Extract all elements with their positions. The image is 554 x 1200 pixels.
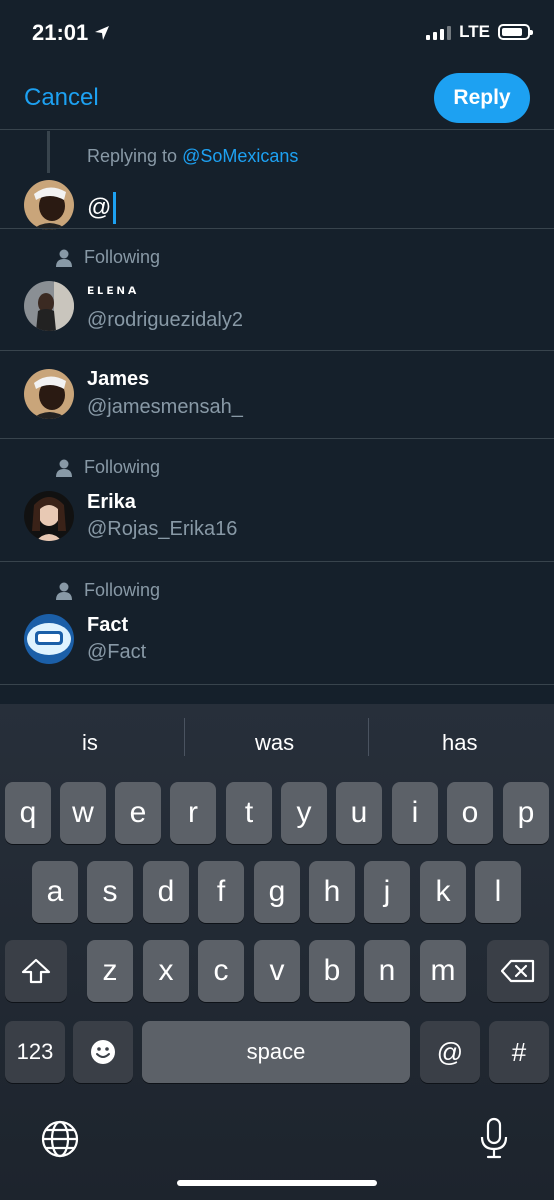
avatar [24, 180, 74, 230]
key-h[interactable]: h [309, 861, 355, 923]
space-key[interactable]: space [142, 1021, 410, 1083]
user-name: Fact [87, 614, 129, 636]
person-icon [56, 582, 72, 600]
key-e[interactable]: e [115, 782, 161, 844]
avatar [24, 491, 74, 541]
avatar [24, 369, 74, 419]
shift-key[interactable] [5, 940, 67, 1002]
key-w[interactable]: w [60, 782, 106, 844]
suggestion-item[interactable]: Following Fact @Fact [0, 562, 554, 685]
following-indicator: Following [56, 457, 160, 478]
text-cursor [113, 192, 117, 224]
replying-to: Replying to @SoMexicans [87, 146, 298, 167]
battery-icon [498, 24, 533, 40]
user-handle: @Fact [87, 641, 147, 663]
thread-line [47, 131, 50, 173]
following-label: Following [84, 457, 161, 477]
replying-handle-link[interactable]: @SoMexicans [182, 146, 298, 166]
prediction-item[interactable]: was [255, 730, 294, 756]
key-q[interactable]: q [5, 782, 51, 844]
key-f[interactable]: f [198, 861, 244, 923]
at-key[interactable]: @ [420, 1021, 480, 1083]
key-y[interactable]: y [281, 782, 327, 844]
key-s[interactable]: s [87, 861, 133, 923]
key-t[interactable]: t [226, 782, 272, 844]
key-p[interactable]: p [503, 782, 549, 844]
emoji-icon [91, 1040, 115, 1064]
numbers-key[interactable]: 123 [5, 1021, 65, 1083]
globe-icon[interactable] [40, 1119, 80, 1159]
following-indicator: Following [56, 247, 160, 268]
suggestion-item[interactable]: Following Erika @Rojas_Erika16 [0, 439, 554, 562]
compose-header: Cancel Reply [0, 66, 554, 130]
key-v[interactable]: v [254, 940, 300, 1002]
user-name: Erika [87, 491, 136, 513]
avatar [24, 281, 74, 331]
status-indicators: LTE [426, 22, 533, 42]
user-handle: @jamesmensah_ [87, 396, 243, 418]
signal-icon [426, 24, 452, 40]
hash-key[interactable]: # [489, 1021, 549, 1083]
key-j[interactable]: j [364, 861, 410, 923]
location-arrow-icon [94, 25, 110, 41]
reply-button[interactable]: Reply [434, 73, 530, 123]
key-g[interactable]: g [254, 861, 300, 923]
user-name: ᴇʟᴇɴᴀ [87, 281, 140, 297]
person-icon [56, 459, 72, 477]
time-label: 21:01 [32, 20, 89, 45]
suggestion-item[interactable]: James @jamesmensah_ [0, 351, 554, 439]
network-label: LTE [459, 22, 490, 41]
key-r[interactable]: r [170, 782, 216, 844]
key-o[interactable]: o [447, 782, 493, 844]
shift-icon [21, 958, 51, 984]
following-label: Following [84, 247, 161, 267]
key-d[interactable]: d [143, 861, 189, 923]
key-l[interactable]: l [475, 861, 521, 923]
microphone-icon[interactable] [478, 1117, 510, 1161]
cancel-button[interactable]: Cancel [24, 84, 99, 112]
suggestion-item[interactable]: Following ᴇʟᴇɴᴀ @rodriguezidaly2 [0, 229, 554, 351]
replying-prefix: Replying to [87, 146, 178, 166]
person-icon [56, 249, 72, 267]
user-handle: @Rojas_Erika16 [87, 518, 238, 540]
status-time: 21:01 [32, 20, 110, 46]
emoji-key[interactable] [73, 1021, 133, 1083]
status-bar: 21:01 LTE [0, 0, 554, 66]
key-x[interactable]: x [143, 940, 189, 1002]
prediction-bar: is was has [0, 704, 554, 780]
prediction-item[interactable]: has [442, 730, 477, 756]
user-name: James [87, 368, 150, 390]
prediction-item[interactable]: is [82, 730, 98, 756]
user-handle: @rodriguezidaly2 [87, 309, 243, 331]
delete-icon [501, 959, 535, 983]
delete-key[interactable] [487, 940, 549, 1002]
following-label: Following [84, 580, 161, 600]
key-z[interactable]: z [87, 940, 133, 1002]
key-i[interactable]: i [392, 782, 438, 844]
key-b[interactable]: b [309, 940, 355, 1002]
key-a[interactable]: a [32, 861, 78, 923]
avatar [24, 614, 74, 664]
keyboard: is was has q w e r t y u i o p a s d f g… [0, 704, 554, 1200]
key-k[interactable]: k [420, 861, 466, 923]
home-indicator[interactable] [177, 1180, 377, 1186]
key-n[interactable]: n [364, 940, 410, 1002]
key-m[interactable]: m [420, 940, 466, 1002]
compose-input[interactable]: @ [87, 192, 117, 224]
key-u[interactable]: u [336, 782, 382, 844]
key-c[interactable]: c [198, 940, 244, 1002]
compose-text: @ [87, 194, 112, 221]
following-indicator: Following [56, 580, 160, 601]
